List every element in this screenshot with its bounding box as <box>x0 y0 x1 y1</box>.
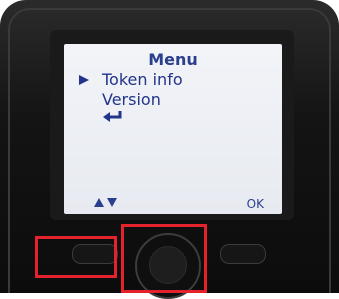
left-softkey-highlight <box>35 236 117 278</box>
menu-list: Token info Version <box>79 70 272 110</box>
right-softkey-button[interactable] <box>220 244 266 264</box>
return-arrow-icon[interactable] <box>102 110 124 124</box>
phone-screen: Menu Token info Version OK <box>64 44 282 214</box>
menu-title: Menu <box>148 50 198 69</box>
menu-item-version[interactable]: Version <box>82 90 272 110</box>
menu-item-label: Version <box>102 90 161 109</box>
navigation-button-highlight <box>121 224 207 293</box>
ok-softkey-label: OK <box>246 197 264 211</box>
up-down-arrows-icon <box>94 198 117 207</box>
menu-item-token-info[interactable]: Token info <box>79 70 272 90</box>
menu-item-label: Token info <box>102 70 183 89</box>
selection-cursor-icon <box>79 75 89 85</box>
